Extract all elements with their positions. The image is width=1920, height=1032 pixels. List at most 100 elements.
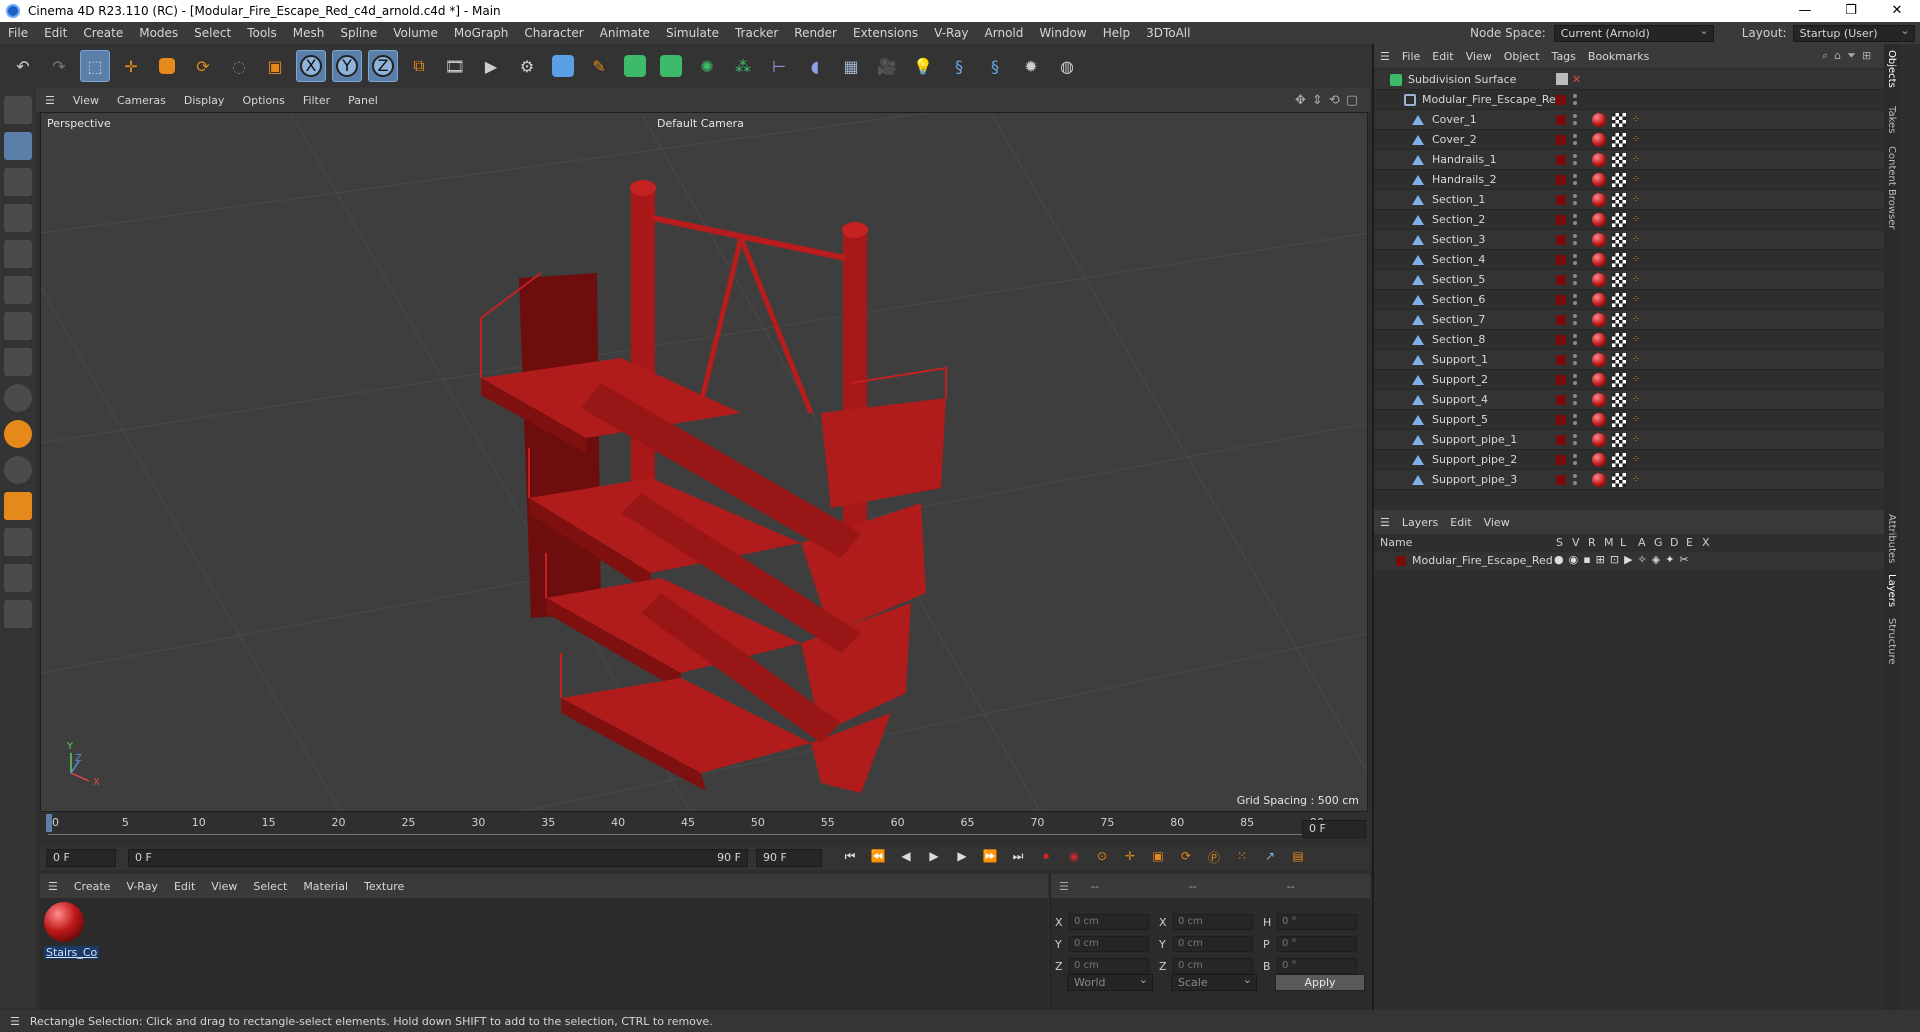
globe-icon[interactable]: ◍ [1052,50,1082,82]
material-tag-icon[interactable] [1592,153,1606,167]
cloner-icon[interactable]: ⁂ [728,50,758,82]
render-visibility-dot[interactable] [1573,141,1577,145]
editor-visibility-dot[interactable] [1573,374,1577,378]
snap-icon[interactable] [4,384,32,412]
object-row[interactable]: Support_1 ⁘ [1374,350,1884,370]
disable-icon[interactable]: ✕ [1572,70,1581,90]
menu-character[interactable]: Character [516,22,591,44]
menu-spline[interactable]: Spline [332,22,385,44]
hamburger-icon[interactable]: ☰ [1374,516,1396,529]
render-visibility-dot[interactable] [1573,341,1577,345]
mograph-icon[interactable]: ✺ [692,50,722,82]
editor-visibility-dot[interactable] [1573,414,1577,418]
viewport-menu-options[interactable]: Options [233,94,293,107]
gear-icon[interactable]: ✹ [1016,50,1046,82]
extrude-icon[interactable] [656,50,686,82]
light-icon[interactable]: 💡 [908,50,938,82]
menu-simulate[interactable]: Simulate [658,22,727,44]
menu-help[interactable]: Help [1095,22,1138,44]
material-tag-icon[interactable] [1592,273,1606,287]
phong-tag-icon[interactable]: ⁘ [1632,354,1644,366]
material-tag-icon[interactable] [1592,213,1606,227]
hamburger-icon[interactable]: ☰ [0,1015,30,1028]
scale-icon[interactable] [152,50,182,82]
coord-space-dropdown[interactable]: World [1067,972,1153,991]
obj-menu-object[interactable]: Object [1498,50,1546,63]
menu-animate[interactable]: Animate [592,22,658,44]
subdivision-icon[interactable] [620,50,650,82]
material-tag-icon[interactable] [1592,433,1606,447]
render-visibility-dot[interactable] [1573,161,1577,165]
layers-menu-layers[interactable]: Layers [1396,516,1444,529]
render-visibility-dot[interactable] [1573,301,1577,305]
goto-start-icon[interactable]: ⏮ [840,849,860,867]
next-key-icon[interactable]: ⏩ [980,849,1000,867]
render-visibility-dot[interactable] [1573,421,1577,425]
current-frame-field[interactable]: 0 F [1302,820,1366,838]
select-icon[interactable]: ⬚ [80,50,110,82]
deformer-icon[interactable]: ◖ [800,50,830,82]
uvw-tag-icon[interactable] [1612,373,1626,387]
material-tag-icon[interactable] [1592,133,1606,147]
uvw-tag-icon[interactable] [1612,293,1626,307]
phong-tag-icon[interactable]: ⁘ [1632,294,1644,306]
material-tag-icon[interactable] [1592,393,1606,407]
object-row-root[interactable]: Subdivision Surface ✕ [1374,70,1884,90]
snap-workplane-icon[interactable] [4,456,32,484]
coord-field-p[interactable]: 0 ° [1277,936,1357,952]
uvw-tag-icon[interactable] [1612,233,1626,247]
end-frame-field[interactable]: 90 F [756,849,822,867]
render-visibility-dot[interactable] [1573,461,1577,465]
mat-menu-texture[interactable]: Texture [356,880,412,893]
material-tag-icon[interactable] [1592,353,1606,367]
mat-menu-select[interactable]: Select [245,880,295,893]
editor-visibility-dot[interactable] [1573,174,1577,178]
phong-tag-icon[interactable]: ⁘ [1632,174,1644,186]
editor-visibility-dot[interactable] [1573,214,1577,218]
y-axis-icon[interactable]: Y [332,50,362,82]
menu-create[interactable]: Create [75,22,131,44]
render-active-icon[interactable]: ▶ [476,50,506,82]
uvw-tag-icon[interactable] [1612,133,1626,147]
material-tag-icon[interactable] [1592,473,1606,487]
material-tag-icon[interactable] [1592,333,1606,347]
render-visibility-dot[interactable] [1573,121,1577,125]
phong-tag-icon[interactable]: ⁘ [1632,454,1644,466]
menu-tracker[interactable]: Tracker [727,22,786,44]
autokey-icon[interactable]: ◉ [1064,849,1084,867]
uvw-tag-icon[interactable] [1612,253,1626,267]
model-mode-icon[interactable] [4,132,32,160]
render-visibility-dot[interactable] [1573,101,1577,105]
uvw-tag-icon[interactable] [1612,433,1626,447]
obj-menu-edit[interactable]: Edit [1426,50,1459,63]
close-button[interactable]: ✕ [1874,0,1920,22]
camera-icon[interactable]: 🎥 [872,50,902,82]
phong-tag-icon[interactable]: ⁘ [1632,414,1644,426]
viewport-camera-label[interactable]: Default Camera [657,117,744,130]
layer-row[interactable]: Modular_Fire_Escape_Red ●◉▪⊞⊡▶✧◈✦✂ [1374,552,1884,570]
coord-field-sz[interactable]: 0 cm [1173,958,1253,974]
render-visibility-dot[interactable] [1573,361,1577,365]
uvw-tag-icon[interactable] [1612,213,1626,227]
object-row[interactable]: Handrails_2 ⁘ [1374,170,1884,190]
field-icon[interactable]: ⊢ [764,50,794,82]
side-tab-layers[interactable]: Layers [1886,574,1897,607]
apply-button[interactable]: Apply [1275,974,1365,991]
render-visibility-dot[interactable] [1573,401,1577,405]
maximize-button[interactable]: ❐ [1828,0,1874,22]
render-settings-icon[interactable]: ⚙ [512,50,542,82]
uvw-tag-icon[interactable] [1612,113,1626,127]
frame-range-slider[interactable]: 0 F 90 F [128,849,748,867]
obj-search-icons[interactable]: ⌕⌂⏷⊞ [1822,49,1877,63]
viewport-menu-cameras[interactable]: Cameras [108,94,175,107]
phong-tag-icon[interactable]: ⁘ [1632,434,1644,446]
material-tag-icon[interactable] [1592,113,1606,127]
coord-field-sx[interactable]: 0 cm [1173,914,1253,930]
coord-field-sy[interactable]: 0 cm [1173,936,1253,952]
phong-tag-icon[interactable]: ⁘ [1632,374,1644,386]
render-visibility-dot[interactable] [1573,241,1577,245]
redo-icon[interactable]: ↷ [44,50,74,82]
coord-field-h[interactable]: 0 ° [1277,914,1357,930]
menu-arnold[interactable]: Arnold [977,22,1032,44]
render-visibility-dot[interactable] [1573,221,1577,225]
